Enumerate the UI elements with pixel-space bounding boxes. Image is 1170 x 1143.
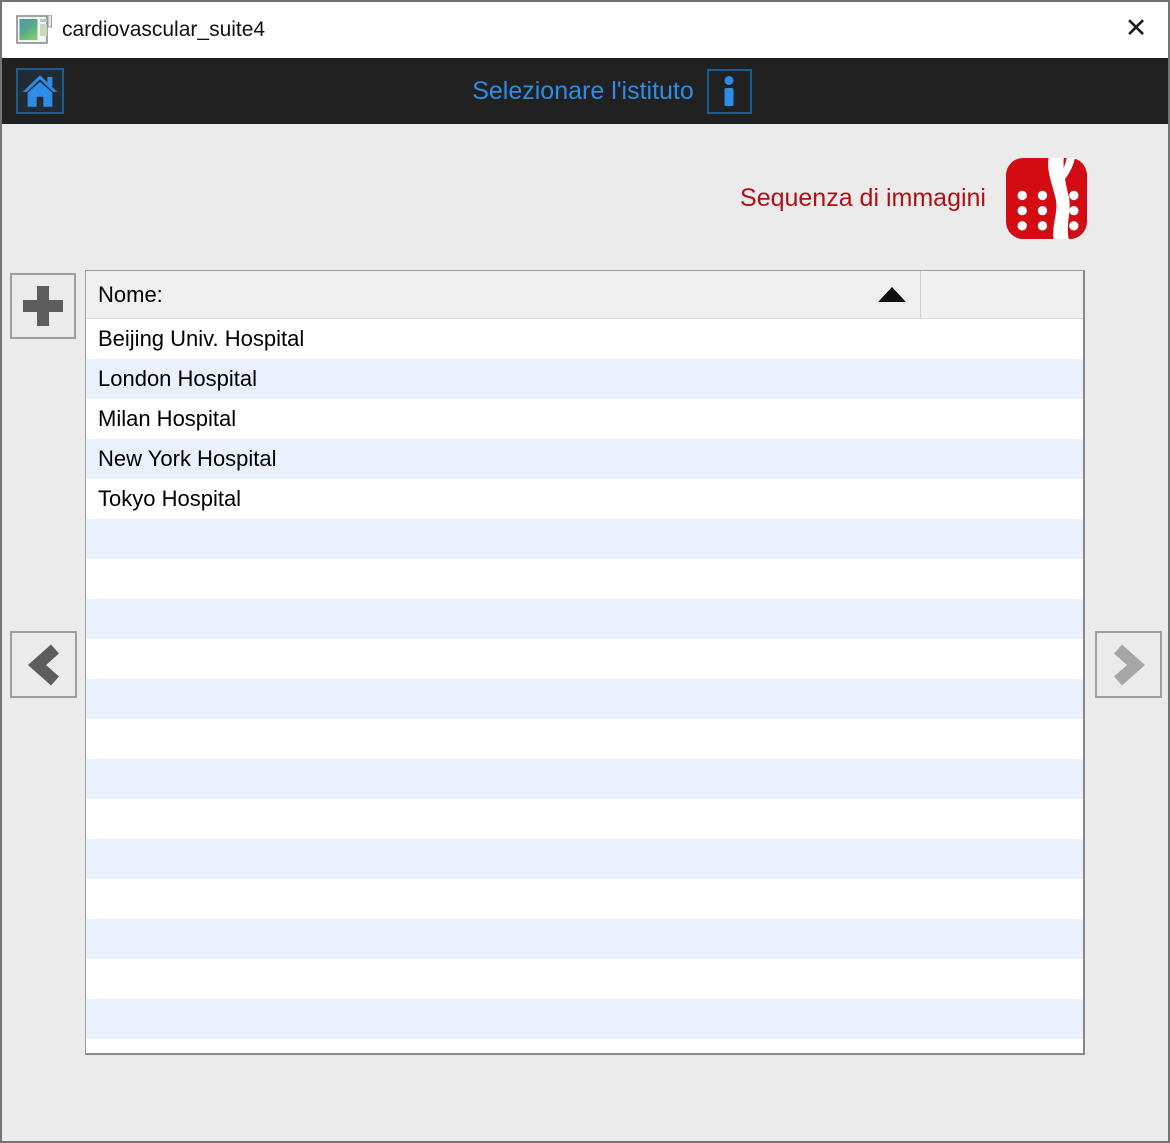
plus-icon [23, 286, 63, 326]
table-row[interactable] [86, 719, 1083, 759]
previous-button[interactable] [10, 631, 77, 698]
add-institute-button[interactable] [10, 273, 76, 339]
table-row[interactable] [86, 759, 1083, 799]
table-row[interactable] [86, 639, 1083, 679]
info-icon [724, 76, 734, 106]
column-header-label: Nome: [98, 281, 163, 307]
sort-ascending-icon [878, 287, 906, 302]
table-body: Beijing Univ. Hospital London Hospital Mil… [86, 319, 1083, 1053]
table-row[interactable] [86, 839, 1083, 879]
table-row[interactable]: Tokyo Hospital [86, 479, 1083, 519]
table-row[interactable]: Milan Hospital [86, 399, 1083, 439]
table-row[interactable] [86, 1039, 1083, 1053]
info-button[interactable] [706, 68, 752, 114]
close-icon: ✕ [1124, 12, 1148, 43]
table-row[interactable] [86, 799, 1083, 839]
chevron-right-icon [1113, 644, 1145, 685]
chevron-left-icon [27, 644, 59, 685]
table-row[interactable] [86, 879, 1083, 919]
table-row[interactable]: New York Hospital [86, 439, 1083, 479]
column-header-nome[interactable]: Nome: [86, 271, 921, 318]
app-icon [16, 15, 52, 44]
table-row[interactable] [86, 599, 1083, 639]
column-header-extra[interactable] [921, 271, 1083, 318]
close-button[interactable]: ✕ [1110, 2, 1162, 54]
image-sequence-group: Sequenza di immagini [740, 157, 1087, 239]
window-title: cardiovascular_suite4 [62, 18, 266, 41]
table-row[interactable] [86, 679, 1083, 719]
table-header-row: Nome: [86, 271, 1083, 319]
vessel-angiogram-icon[interactable] [1006, 157, 1087, 239]
titlebar: cardiovascular_suite4 ✕ [2, 2, 1168, 58]
table-row[interactable] [86, 919, 1083, 959]
appbar: Selezionare l'istituto [2, 58, 1168, 124]
table-row[interactable] [86, 559, 1083, 599]
table-row[interactable] [86, 959, 1083, 999]
table-row[interactable] [86, 519, 1083, 559]
table-row[interactable] [86, 999, 1083, 1039]
appbar-center: Selezionare l'istituto [29, 58, 1168, 124]
app-window: cardiovascular_suite4 ✕ Selezionare l'is… [0, 0, 1170, 1143]
table-row[interactable]: Beijing Univ. Hospital [86, 319, 1083, 359]
image-sequence-label: Sequenza di immagini [740, 183, 986, 212]
table-row[interactable]: London Hospital [86, 359, 1083, 399]
institutes-table: Nome: Beijing Univ. Hospital London Hospi… [85, 270, 1085, 1055]
page-title: Selezionare l'istituto [472, 76, 694, 105]
next-button[interactable] [1095, 631, 1162, 698]
